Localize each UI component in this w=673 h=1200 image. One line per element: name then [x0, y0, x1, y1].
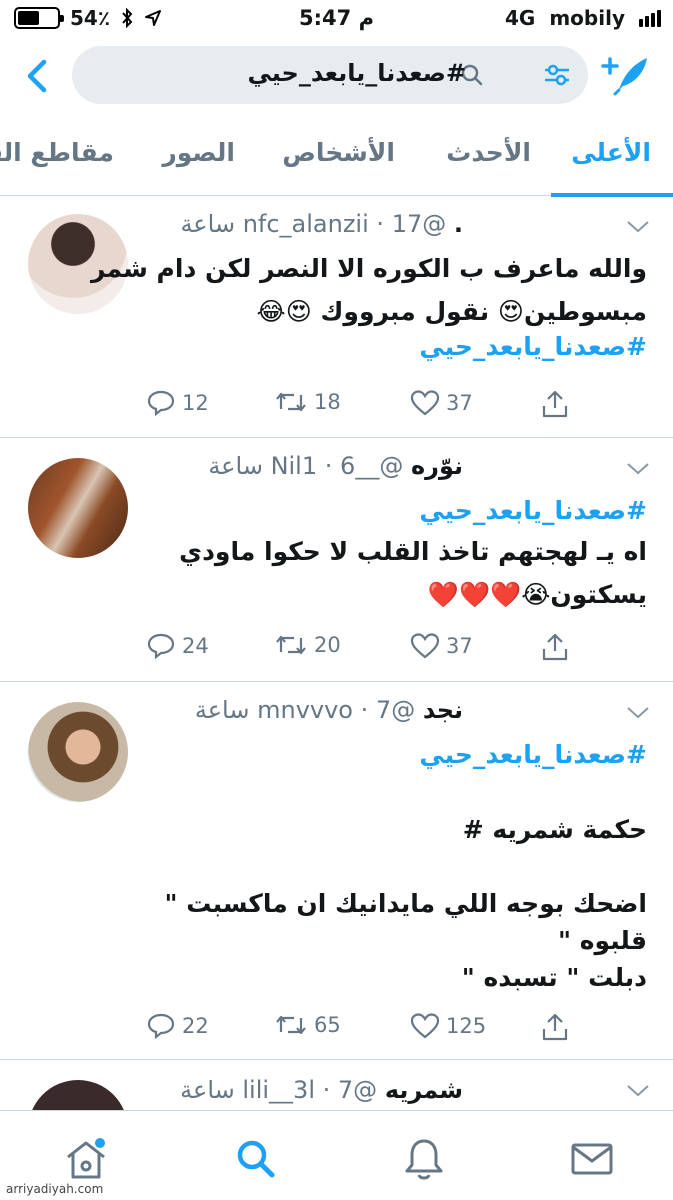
reply-icon [147, 1013, 175, 1040]
reply-icon [147, 633, 175, 660]
author-name[interactable]: نجد [423, 696, 463, 724]
author-handle[interactable]: @lili__3l [242, 1076, 377, 1104]
reply-count: 22 [182, 1014, 209, 1038]
reply-icon [147, 390, 175, 417]
search-icon[interactable] [232, 1135, 280, 1183]
tweet-actions: 12 18 37 [140, 389, 580, 419]
tweet-text: #صعدنا_يابعد_حيي اه يـ لهجتهم تاخذ القلب… [147, 492, 647, 613]
like-count: 37 [446, 391, 473, 415]
tweet-text-line: اه يـ لهجتهم تاخذ القلب لا حكوا ماودي [179, 537, 647, 566]
tab-latest[interactable]: الأحدث [446, 138, 531, 167]
watermark: arriyadiyah.com [6, 1182, 104, 1196]
tweet-meta: . @nfc_alanzii · 17 ساعة [180, 210, 463, 238]
tweet-text-line [147, 848, 647, 885]
share-button[interactable] [540, 1012, 570, 1042]
tweet-text-line: والله ماعرف ب الكوره الا النصر لكن دام ش… [90, 254, 647, 283]
avatar[interactable] [28, 702, 128, 802]
retweet-count: 18 [314, 390, 341, 414]
like-count: 37 [446, 634, 473, 658]
reply-button[interactable]: 12 [146, 389, 209, 417]
like-count: 125 [446, 1014, 487, 1038]
status-right: 4G mobily [505, 6, 661, 30]
signal-icon [639, 9, 661, 27]
share-icon [542, 390, 568, 418]
compose-tweet-icon[interactable] [601, 52, 651, 96]
hashtag-link[interactable]: #صعدنا_يابعد_حيي [147, 328, 647, 365]
like-button[interactable]: 37 [410, 389, 473, 417]
bell-icon[interactable] [400, 1135, 448, 1183]
tweet-card[interactable]: شمريه @lili__3l · 7 ساعة [0, 1060, 673, 1110]
search-header: #صعدنا_يابعد_حيي [0, 40, 673, 116]
tweet-actions: 24 20 37 [140, 632, 580, 662]
tweet-text-line: اضحك بوجه اللي مايدانيك ان ماكسبت " [164, 889, 647, 918]
tweet-text: #صعدنا_يابعد_حيي حكمة شمريه # اضحك بوجه … [147, 736, 647, 996]
heart-icon [410, 390, 440, 416]
tab-top[interactable]: الأعلى [571, 138, 651, 167]
chevron-down-icon[interactable] [626, 220, 650, 234]
tweet-text-line: مبسوطين😍 نقول مبرووك 😍😂 [256, 297, 647, 326]
tweet-meta: نجد @mnvvvo · 7 ساعة [194, 696, 463, 724]
tab-photos[interactable]: الصور [162, 138, 235, 167]
mail-icon[interactable] [568, 1135, 616, 1183]
search-tabs: الأعلى الأحدث الأشخاص الصور مقاطع الف [0, 126, 673, 197]
chevron-down-icon[interactable] [626, 462, 650, 476]
retweet-count: 65 [314, 1013, 341, 1037]
tweet-text-line: حكمة شمريه # [462, 815, 647, 844]
author-name[interactable]: نوّره [411, 452, 463, 480]
retweet-icon [276, 1015, 306, 1035]
tweet-meta: شمريه @lili__3l · 7 ساعة [180, 1076, 463, 1104]
share-button[interactable] [540, 632, 570, 662]
author-name[interactable]: شمريه [385, 1076, 463, 1104]
retweet-button[interactable]: 20 [274, 632, 341, 658]
tweet-card[interactable]: نوّره @__Nil1 · 6 ساعة #صعدنا_يابعد_حيي … [0, 438, 673, 682]
like-button[interactable]: 37 [410, 632, 473, 660]
author-name[interactable]: . [454, 210, 463, 238]
search-query: #صعدنا_يابعد_حيي [247, 59, 466, 87]
heart-icon [410, 633, 440, 659]
chevron-down-icon[interactable] [626, 706, 650, 720]
home-icon[interactable] [62, 1135, 110, 1183]
tweet-card[interactable]: نجد @mnvvvo · 7 ساعة #صعدنا_يابعد_حيي حك… [0, 682, 673, 1060]
tweet-text-line: دبلت " تسبده " [461, 963, 647, 992]
avatar[interactable] [28, 458, 128, 558]
retweet-icon [276, 635, 306, 655]
share-icon [542, 1013, 568, 1041]
retweet-count: 20 [314, 633, 341, 657]
hashtag-link[interactable]: #صعدنا_يابعد_حيي [147, 492, 647, 529]
tab-videos[interactable]: مقاطع الف [0, 138, 114, 167]
search-input[interactable]: #صعدنا_يابعد_حيي [72, 46, 588, 104]
tab-people[interactable]: الأشخاص [282, 138, 395, 167]
status-bar: 54٪ 5:47 م 4G mobily [0, 0, 673, 40]
reply-count: 24 [182, 634, 209, 658]
retweet-icon [276, 392, 306, 412]
hashtag-link[interactable]: #صعدنا_يابعد_حيي [147, 736, 647, 773]
retweet-button[interactable]: 18 [274, 389, 341, 415]
tweet-text: والله ماعرف ب الكوره الا النصر لكن دام ش… [90, 250, 647, 365]
filter-sliders-icon[interactable] [542, 60, 572, 90]
reply-count: 12 [182, 391, 209, 415]
avatar[interactable] [28, 1080, 128, 1110]
back-arrow-icon[interactable] [22, 56, 52, 96]
reply-button[interactable]: 24 [146, 632, 209, 660]
retweet-button[interactable]: 65 [274, 1012, 341, 1038]
like-button[interactable]: 125 [410, 1012, 486, 1040]
author-handle[interactable]: @mnvvvo [257, 696, 415, 724]
tweet-text-line: يسكتون😭❤️❤️❤️ [427, 580, 647, 609]
network-type: 4G [505, 6, 536, 30]
heart-icon [410, 1013, 440, 1039]
chevron-down-icon[interactable] [626, 1084, 650, 1098]
reply-button[interactable]: 22 [146, 1012, 209, 1040]
share-button[interactable] [540, 389, 570, 419]
share-icon [542, 633, 568, 661]
tweet-text-line: قلبوه " [558, 926, 647, 955]
carrier-name: mobily [549, 6, 625, 30]
tweet-card[interactable]: . @nfc_alanzii · 17 ساعة والله ماعرف ب ا… [0, 196, 673, 438]
tweet-meta: نوّره @__Nil1 · 6 ساعة [208, 452, 463, 480]
tweet-actions: 22 65 125 [140, 1012, 580, 1042]
